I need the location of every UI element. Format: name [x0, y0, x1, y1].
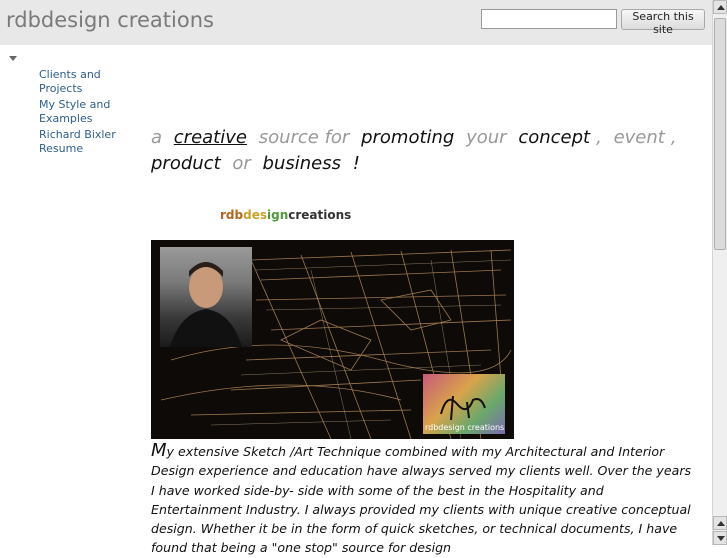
tagline-word: or	[232, 153, 251, 174]
sidebar-item-clients-and-projects[interactable]: Clients and Projects	[39, 68, 124, 96]
logo-card: rdbdesign creations	[423, 374, 505, 434]
tagline-word-creative: creative	[173, 127, 247, 148]
search-input[interactable]	[481, 9, 617, 29]
nav-collapse-arrow-icon[interactable]	[9, 56, 17, 61]
tagline-word: source for	[258, 127, 350, 148]
sidebar-item-my-style-and-examples[interactable]: My Style and Examples	[39, 98, 124, 126]
site-header: rdbdesign creations Search this site	[0, 0, 712, 45]
intro-paragraph: My extensive Sketch /Art Technique combi…	[151, 441, 696, 558]
brand-part: ign	[266, 208, 289, 222]
tagline: a creative source for promoting your con…	[151, 125, 677, 177]
tagline-word: event	[613, 127, 665, 148]
scroll-thumb[interactable]	[714, 18, 726, 250]
hero-image: rdbdesign creations	[151, 240, 514, 439]
intro-text: y extensive Sketch /Art Technique combin…	[151, 444, 692, 556]
tagline-word-business: business	[262, 153, 341, 174]
tagline-word: your	[466, 127, 507, 148]
brand-wordmark: rdbdesigncreations	[220, 208, 351, 222]
vertical-scrollbar[interactable]	[712, 0, 727, 545]
tagline-word-concept: concept	[518, 127, 591, 148]
sidebar-item-richard-bixler-resume[interactable]: Richard Bixler Resume	[39, 128, 124, 156]
scroll-down-button[interactable]	[713, 516, 727, 530]
logo-card-text: rdbdesign creations	[425, 423, 505, 432]
tagline-punct: ,	[670, 127, 677, 148]
tagline-word-promoting: promoting	[361, 127, 455, 148]
tagline-word: a	[151, 127, 163, 148]
brand-part: creations	[288, 208, 352, 222]
arrow-up-icon	[717, 5, 725, 10]
sidebar-nav: Clients and Projects My Style and Exampl…	[39, 68, 124, 158]
arrow-up-icon	[717, 521, 725, 526]
brand-part: des	[243, 208, 267, 222]
drop-cap: M	[151, 440, 167, 461]
site-title[interactable]: rdbdesign creations	[6, 8, 214, 32]
tagline-word-product: product	[151, 153, 221, 174]
scroll-up-button[interactable]	[713, 0, 727, 14]
arrow-down-icon	[717, 536, 725, 541]
portrait-photo	[160, 247, 252, 347]
tagline-punct: !	[352, 153, 360, 174]
tagline-punct: ,	[596, 127, 602, 148]
scroll-down-button-2[interactable]	[713, 531, 727, 545]
brand-part: rdb	[220, 208, 244, 222]
search-button[interactable]: Search this site	[621, 9, 705, 36]
